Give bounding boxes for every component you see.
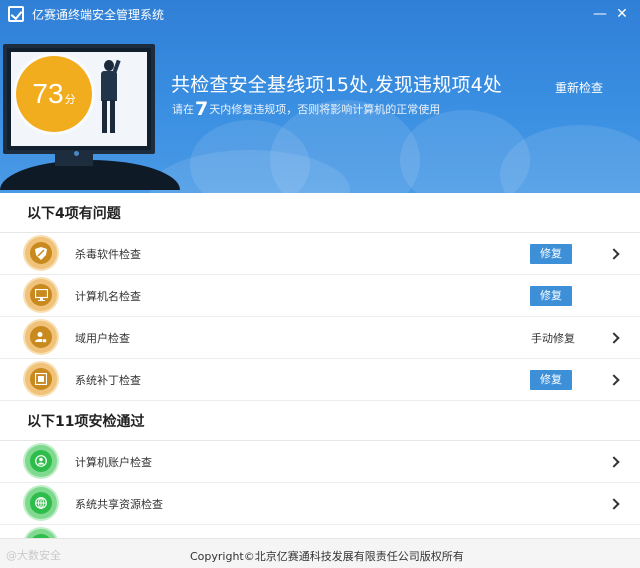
close-icon[interactable]: ✕ <box>612 4 632 24</box>
user-circle-icon <box>25 445 57 477</box>
list-item[interactable]: 系统共享资源检查 <box>0 483 640 525</box>
chevron-right-icon[interactable] <box>608 247 620 260</box>
list-item[interactable]: 系统补丁检查 修复 <box>0 359 640 401</box>
item-label: 域用户检查 <box>75 331 130 345</box>
check-icon <box>25 529 57 538</box>
share-icon <box>25 487 57 519</box>
minimize-icon[interactable]: — <box>590 4 610 24</box>
fix-button[interactable]: 修复 <box>530 243 572 264</box>
scan-summary: 共检查安全基线项15处,发现违规项4处 <box>171 74 503 96</box>
app-logo-icon <box>8 6 24 22</box>
shield-icon <box>25 237 57 269</box>
item-label: 杀毒软件检查 <box>75 247 141 261</box>
fix-deadline-notice: 请在7天内修复违规项，否则将影响计算机的正常使用 <box>172 98 441 120</box>
score-unit: 分 <box>64 93 76 106</box>
title-bar: 亿赛通终端安全管理系统 — ✕ <box>0 0 640 28</box>
fix-button[interactable]: 修复 <box>530 285 572 306</box>
monitor-icon <box>25 279 57 311</box>
score-value: 73 <box>32 78 64 109</box>
security-score: 73 分 <box>16 56 92 132</box>
window-title: 亿赛通终端安全管理系统 <box>32 7 165 22</box>
list-item[interactable]: 计算机账户检查 <box>0 441 640 483</box>
chevron-right-icon[interactable] <box>608 373 620 386</box>
item-label: 计算机名检查 <box>75 289 141 303</box>
recheck-button[interactable]: 重新检查 <box>555 79 603 96</box>
list-item[interactable] <box>0 525 640 538</box>
person-illustration <box>94 59 124 135</box>
deadline-days: 7 <box>195 98 209 120</box>
item-label: 系统补丁检查 <box>75 373 141 387</box>
monitor-power-dot <box>74 151 79 156</box>
fix-button[interactable]: 修复 <box>530 369 572 390</box>
footer: @大数安全 Copyright©北京亿赛通科技发展有限责任公司版权所有 <box>0 538 640 568</box>
list-item[interactable]: 计算机名检查 修复 <box>0 275 640 317</box>
chevron-right-icon[interactable] <box>608 331 620 344</box>
header-banner: 亿赛通终端安全管理系统 — ✕ 73 分 共检查安全基线项15处,发现违规项4处… <box>0 0 640 193</box>
issues-section-title: 以下4项有问题 <box>0 193 640 233</box>
list-item[interactable]: 域用户检查 手动修复 <box>0 317 640 359</box>
manual-fix-label: 手动修复 <box>531 331 575 345</box>
copyright-text: Copyright©北京亿赛通科技发展有限责任公司版权所有 <box>190 550 464 563</box>
chevron-right-icon[interactable] <box>608 455 620 468</box>
watermark: @大数安全 <box>6 549 61 562</box>
list-item[interactable]: 杀毒软件检查 修复 <box>0 233 640 275</box>
patch-icon <box>25 363 57 395</box>
passed-section-title: 以下11项安检通过 <box>0 401 640 441</box>
check-results: 以下4项有问题 杀毒软件检查 修复 计算机名检查 修复 域用户检查 手动修复 系… <box>0 193 640 538</box>
user-lock-icon <box>25 321 57 353</box>
item-label: 系统共享资源检查 <box>75 497 163 511</box>
chevron-right-icon[interactable] <box>608 497 620 510</box>
item-label: 计算机账户检查 <box>75 455 152 469</box>
